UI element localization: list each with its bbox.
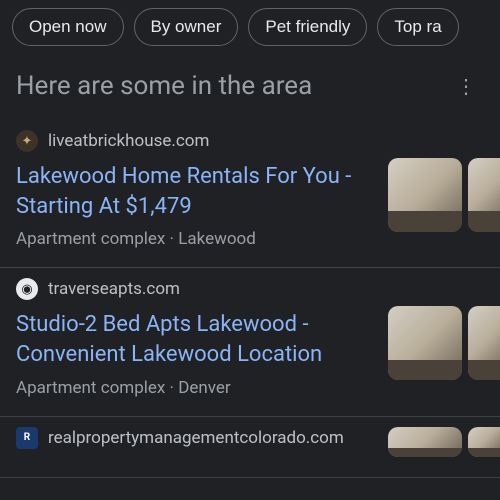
chip-pet-friendly[interactable]: Pet friendly (248, 8, 367, 46)
result-title-link[interactable]: Studio-2 Bed Apts Lakewood - Convenient … (16, 310, 376, 369)
result-content: ✦ liveatbrickhouse.com Lakewood Home Ren… (16, 130, 388, 249)
result-meta: Apartment complex · Lakewood (16, 229, 376, 249)
thumbnail-image[interactable] (388, 306, 462, 380)
site-row: R realpropertymanagementcolorado.com (16, 427, 376, 449)
search-result[interactable]: ✦ liveatbrickhouse.com Lakewood Home Ren… (0, 120, 500, 268)
more-options-icon[interactable]: ⋮ (448, 70, 484, 102)
site-row: ✦ liveatbrickhouse.com (16, 130, 376, 152)
thumbnail-image[interactable] (388, 158, 462, 232)
result-content: R realpropertymanagementcolorado.com (16, 427, 388, 459)
chip-top-rated[interactable]: Top ra (377, 8, 458, 46)
thumbnail-image[interactable] (468, 306, 500, 380)
filter-chips-row: Open now By owner Pet friendly Top ra (0, 0, 500, 60)
thumbnail-image[interactable] (468, 158, 500, 232)
search-result[interactable]: ◉ traverseapts.com Studio-2 Bed Apts Lak… (0, 268, 500, 416)
result-meta: Apartment complex · Denver (16, 378, 376, 398)
site-name: realpropertymanagementcolorado.com (48, 428, 344, 448)
site-name: liveatbrickhouse.com (48, 131, 209, 151)
thumbnail-image[interactable] (468, 427, 500, 457)
result-thumbnails (388, 306, 500, 397)
thumbnail-image[interactable] (388, 427, 462, 457)
site-row: ◉ traverseapts.com (16, 278, 376, 300)
site-name: traverseapts.com (48, 279, 180, 299)
result-content: ◉ traverseapts.com Studio-2 Bed Apts Lak… (16, 278, 388, 397)
section-header: Here are some in the area ⋮ (0, 60, 500, 120)
result-thumbnails (388, 158, 500, 249)
chip-open-now[interactable]: Open now (12, 8, 124, 46)
favicon-icon: R (16, 427, 38, 449)
favicon-icon: ◉ (16, 278, 38, 300)
result-thumbnails (388, 427, 500, 459)
favicon-icon: ✦ (16, 130, 38, 152)
result-title-link[interactable]: Lakewood Home Rentals For You - Starting… (16, 162, 376, 221)
search-result[interactable]: R realpropertymanagementcolorado.com (0, 417, 500, 478)
section-title: Here are some in the area (16, 71, 312, 101)
chip-by-owner[interactable]: By owner (134, 8, 239, 46)
